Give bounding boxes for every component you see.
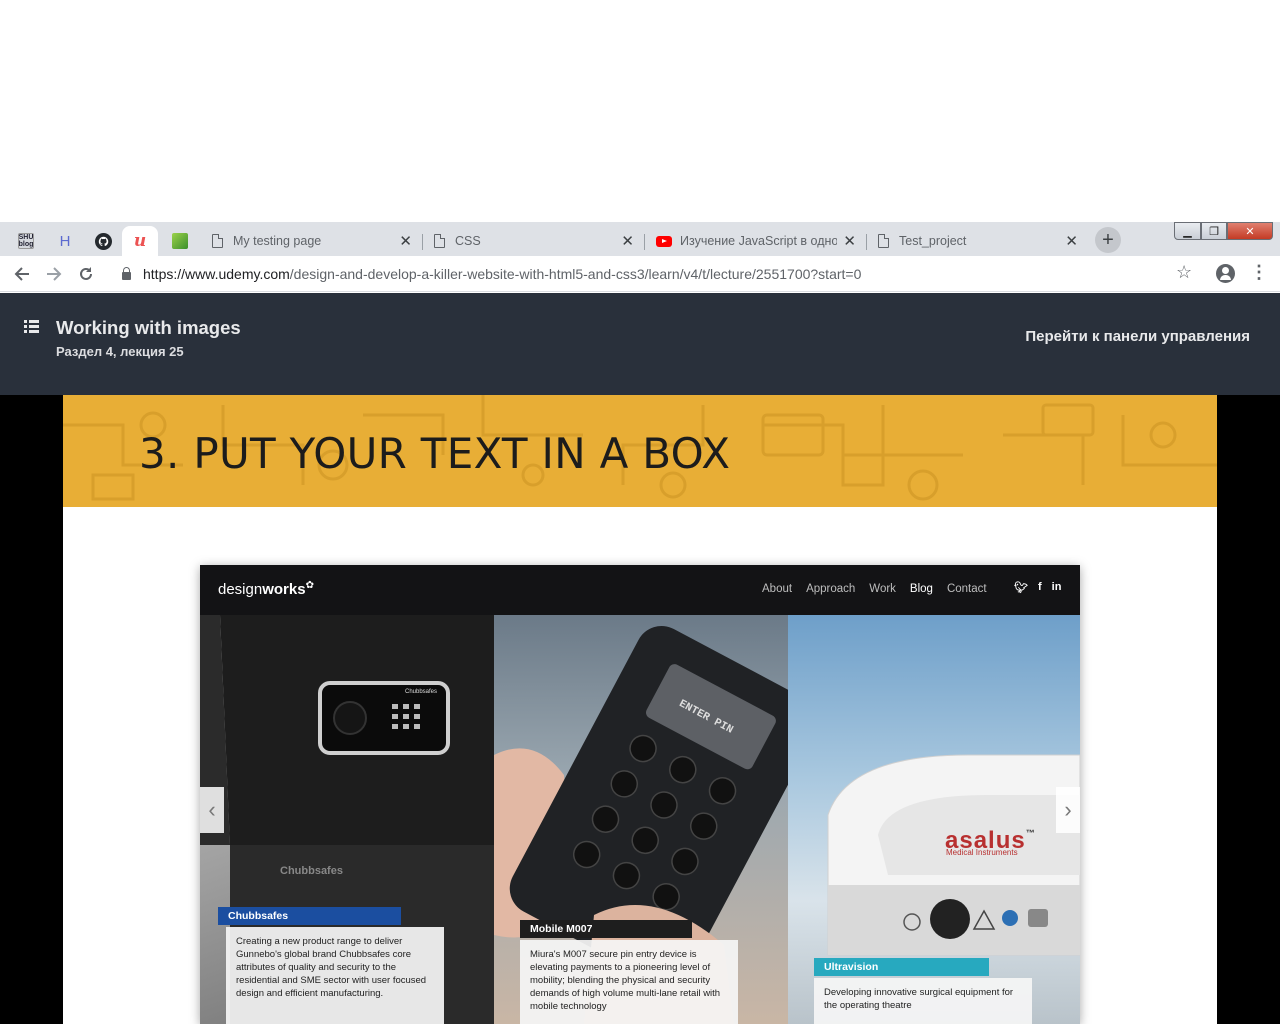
tab-javascript-youtube[interactable]: Изучение JavaScript в одном ✕ [644, 226, 866, 256]
panel-ultravision: asalus™ Medical Instruments Ultravision … [788, 615, 1080, 1024]
close-icon[interactable]: ✕ [399, 232, 412, 250]
url-host: https://www.udemy.com [143, 266, 290, 282]
twitter-icon[interactable]: 🐦︎ [1014, 581, 1028, 594]
browser-toolbar: https://www.udemy.com/design-and-develop… [0, 256, 1280, 292]
chevron-right-icon: › [1064, 797, 1072, 822]
green-app-icon [172, 233, 188, 249]
site-navbar: designworks✿ About Approach Work Blog Co… [200, 565, 1080, 615]
menu-icon[interactable]: ⋮ [1250, 262, 1268, 283]
back-button[interactable] [10, 262, 34, 286]
h-app-icon: H [59, 232, 71, 250]
caption-text-mobile-m007: Miura's M007 secure pin entry device is … [520, 940, 738, 1024]
brand-light: design [218, 581, 263, 598]
document-icon [434, 234, 445, 248]
caption-tag-ultravision: Ultravision [814, 958, 989, 976]
tab-strip: SHU blog H u My testing page ✕ CSS ✕ Изуч… [0, 222, 1280, 256]
carousel-prev-button[interactable]: ‹ [200, 787, 224, 833]
back-arrow-icon [14, 267, 29, 281]
tab-title: Изучение JavaScript в одном [680, 234, 838, 248]
reload-icon [80, 267, 92, 280]
slide-banner: 3. PUT YOUR TEXT IN A BOX [63, 395, 1217, 507]
tab-test-project[interactable]: Test_project ✕ [866, 226, 1088, 256]
window-controls: ▁ ❐ ✕ [1174, 222, 1273, 240]
facebook-icon[interactable]: f [1038, 581, 1042, 594]
account-icon[interactable] [1216, 264, 1235, 283]
video-player[interactable]: 3. PUT YOUR TEXT IN A BOX designworks✿ A… [0, 395, 1280, 1024]
tab-title: CSS [455, 234, 481, 248]
designworks-website: designworks✿ About Approach Work Blog Co… [200, 565, 1080, 1024]
site-menu-about[interactable]: About [762, 583, 792, 595]
tab-title: My testing page [233, 234, 322, 248]
caption-text-ultravision: Developing innovative surgical equipment… [814, 978, 1032, 1024]
tab-css[interactable]: CSS ✕ [422, 226, 644, 256]
panel-chubbsafes: Chubbsafes Chubbsafes Chubbsafes Creatin… [200, 615, 494, 1024]
site-menu-approach[interactable]: Approach [806, 583, 855, 595]
url-path: /design-and-develop-a-killer-website-wit… [289, 266, 862, 282]
lecture-subtitle: Раздел 4, лекция 25 [56, 344, 184, 359]
slide-heading: 3. PUT YOUR TEXT IN A BOX [139, 429, 731, 478]
forward-button[interactable] [42, 262, 66, 286]
safe-brand-label: Chubbsafes [280, 865, 343, 877]
designworks-logo: designworks✿ [218, 580, 314, 598]
url-text: https://www.udemy.com/design-and-develop… [143, 266, 861, 282]
site-menu: About Approach Work Blog Contact [762, 583, 987, 595]
lecture-header: Working with images Раздел 4, лекция 25 … [0, 293, 1280, 395]
shu-blog-icon: SHU blog [18, 233, 34, 249]
panel-mobile-m007: ENTER PIN Mobile M007 Miura's M007 secur… [494, 615, 788, 1024]
pinned-tab-shu-blog[interactable]: SHU blog [8, 226, 44, 256]
document-icon [212, 234, 223, 248]
youtube-icon [656, 235, 672, 247]
social-links: 🐦︎ f in [1014, 581, 1061, 594]
chevron-left-icon: ‹ [208, 797, 216, 822]
gear-icon: ✿ [305, 580, 314, 591]
github-icon [94, 232, 112, 250]
address-bar[interactable]: https://www.udemy.com/design-and-develop… [108, 260, 1202, 288]
caption-tag-chubbsafes: Chubbsafes [218, 907, 401, 925]
restore-button[interactable]: ❐ [1201, 222, 1227, 240]
pinned-tab-h[interactable]: H [47, 226, 83, 256]
lecture-title: Working with images [56, 317, 241, 338]
minimize-button[interactable]: ▁ [1174, 222, 1201, 240]
asalus-subtitle: Medical Instruments [946, 848, 1018, 857]
udemy-icon: u [133, 231, 147, 251]
brand-bold: works [262, 581, 306, 598]
close-icon[interactable]: ✕ [1065, 232, 1078, 250]
caption-tag-mobile-m007: Mobile M007 [520, 920, 692, 938]
new-tab-button[interactable]: + [1095, 227, 1121, 253]
bookmark-star-icon[interactable]: ☆ [1176, 262, 1192, 283]
close-window-button[interactable]: ✕ [1227, 222, 1273, 240]
caption-text-chubbsafes: Creating a new product range to deliver … [226, 927, 444, 1024]
forward-arrow-icon [47, 267, 62, 281]
curriculum-list-icon[interactable] [24, 320, 39, 333]
linkedin-icon[interactable]: in [1052, 581, 1062, 594]
asalus-tm: ™ [1025, 828, 1036, 838]
close-icon[interactable]: ✕ [843, 232, 856, 250]
site-menu-work[interactable]: Work [869, 583, 896, 595]
slide: 3. PUT YOUR TEXT IN A BOX designworks✿ A… [63, 395, 1217, 1024]
pinned-tab-green[interactable] [162, 226, 198, 256]
reload-button[interactable] [74, 262, 98, 286]
pinned-tab-github[interactable] [85, 226, 121, 256]
tab-my-testing-page[interactable]: My testing page ✕ [200, 226, 422, 256]
dashboard-link[interactable]: Перейти к панели управления [1025, 328, 1250, 345]
carousel-next-button[interactable]: › [1056, 787, 1080, 833]
document-icon [878, 234, 889, 248]
close-icon[interactable]: ✕ [621, 232, 634, 250]
site-menu-blog[interactable]: Blog [910, 583, 933, 595]
pinned-tab-udemy[interactable]: u [122, 226, 158, 256]
tab-title: Test_project [899, 234, 967, 248]
lock-icon [122, 267, 131, 280]
site-menu-contact[interactable]: Contact [947, 583, 987, 595]
keypad-brand: Chubbsafes [405, 689, 438, 695]
